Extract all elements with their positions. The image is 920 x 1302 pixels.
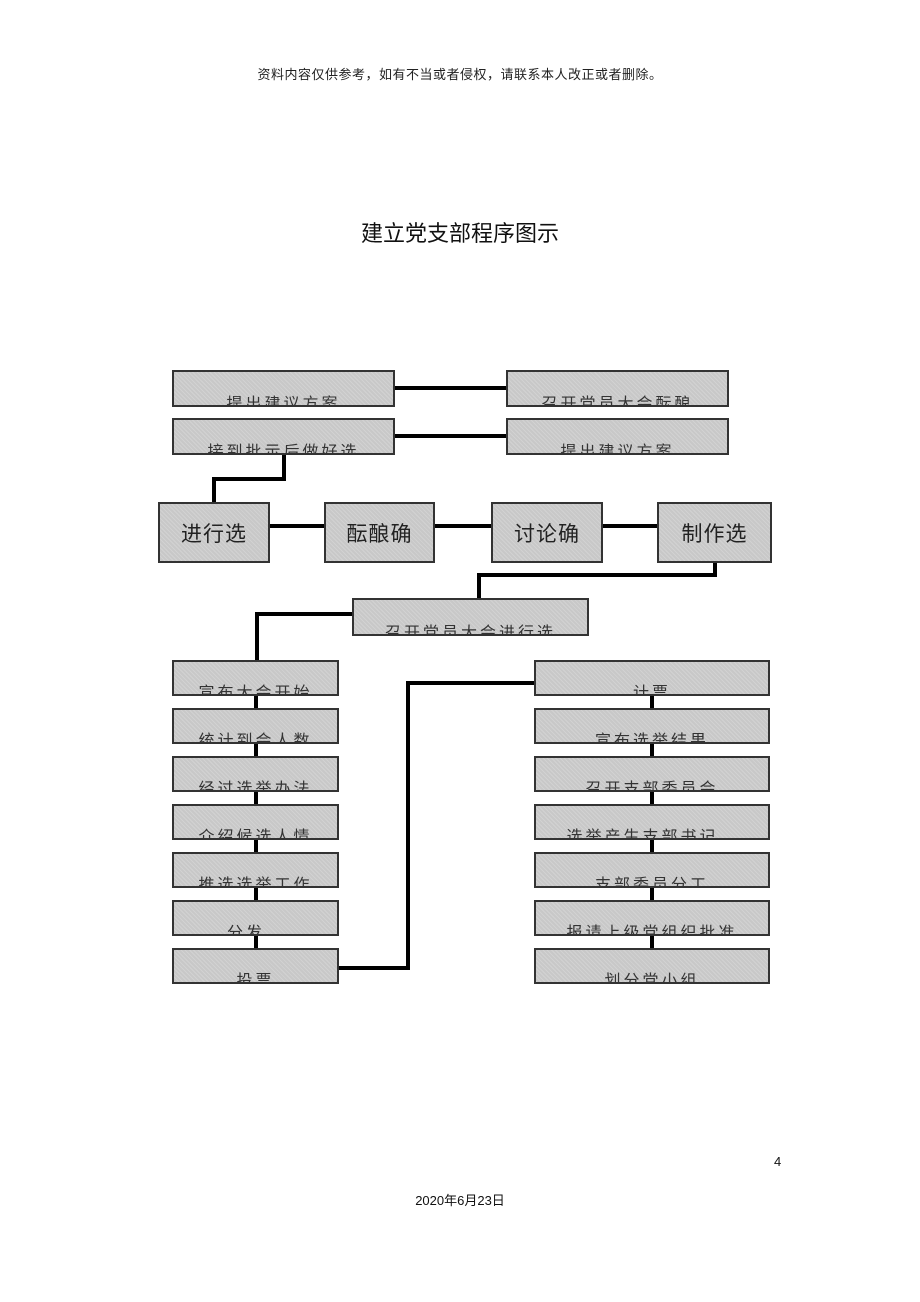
- flow-step: 提出建议方案: [506, 418, 729, 455]
- step-label: 报请上级党组织批准: [566, 923, 738, 936]
- step-label: 统计到会人数: [198, 731, 313, 744]
- flow-step: 计票: [534, 660, 770, 696]
- step-label: 分发、: [226, 923, 284, 936]
- connector: [339, 966, 410, 970]
- disclaimer-note: 资料内容仅供参考，如有不当或者侵权，请联系本人改正或者删除。: [257, 68, 663, 83]
- flow-step: 召开党员大会酝酿: [506, 370, 729, 407]
- step-label: 支部委员分工: [594, 875, 709, 888]
- flow-step: 宣布大会开始: [172, 660, 339, 696]
- connector: [212, 477, 286, 481]
- flow-step: 选举产生支部书记、: [534, 804, 770, 840]
- step-label: 划分党小组: [604, 971, 700, 984]
- flow-step: 介绍候选人情: [172, 804, 339, 840]
- step-label: 推选选举工作: [198, 875, 313, 888]
- flow-step: 提出建议方案: [172, 370, 395, 407]
- flow-step: 划分党小组: [534, 948, 770, 984]
- step-label: 召开党员大会进行选: [384, 623, 556, 636]
- step-label: 宣布选举结果: [594, 731, 709, 744]
- connector: [255, 612, 352, 616]
- step-label: 召开支部委员会: [585, 779, 719, 792]
- step-label: 计票: [632, 683, 671, 696]
- flow-step: 支部委员分工: [534, 852, 770, 888]
- flow-step: 召开党员大会进行选: [352, 598, 589, 636]
- flow-step: 分发、: [172, 900, 339, 936]
- step-label: 选举产生支部书记、: [566, 827, 738, 840]
- connector: [395, 434, 506, 438]
- step-label: 召开党员大会酝酿: [541, 394, 694, 407]
- step-label: 酝酿确: [346, 521, 413, 546]
- step-label: 制作选: [681, 521, 748, 546]
- page-title: 建立党支部程序图示: [360, 222, 559, 247]
- connector: [603, 524, 657, 528]
- step-label: 经过选举办法: [198, 779, 313, 792]
- flow-step: 召开支部委员会: [534, 756, 770, 792]
- connector: [406, 681, 410, 970]
- flow-step: 接到批示后做好选: [172, 418, 395, 455]
- flow-step: 酝酿确: [324, 502, 435, 563]
- flow-step: 报请上级党组织批准: [534, 900, 770, 936]
- connector: [406, 681, 534, 685]
- step-label: 接到批示后做好选: [207, 442, 360, 455]
- flow-step: 进行选: [158, 502, 270, 563]
- flow-step: 制作选: [657, 502, 772, 563]
- step-label: 提出建议方案: [560, 442, 675, 455]
- footer-date: 2020年6月23日: [415, 1193, 505, 1208]
- connector: [255, 612, 259, 660]
- step-label: 宣布大会开始: [198, 683, 313, 696]
- connector: [395, 386, 506, 390]
- flow-step: 宣布选举结果: [534, 708, 770, 744]
- flow-step: 统计到会人数: [172, 708, 339, 744]
- step-label: 投票: [236, 971, 275, 984]
- flow-step: 推选选举工作: [172, 852, 339, 888]
- flow-step: 讨论确: [491, 502, 603, 563]
- connector: [477, 573, 717, 577]
- step-label: 进行选: [181, 521, 247, 546]
- flow-step: 经过选举办法: [172, 756, 339, 792]
- step-label: 提出建议方案: [226, 394, 341, 407]
- flow-step: 投票: [172, 948, 339, 984]
- connector: [270, 524, 324, 528]
- connector: [435, 524, 491, 528]
- page-number: 4: [774, 1154, 782, 1169]
- connector: [212, 477, 216, 502]
- step-label: 讨论确: [514, 521, 580, 546]
- step-label: 介绍候选人情: [198, 827, 313, 840]
- connector: [477, 573, 481, 598]
